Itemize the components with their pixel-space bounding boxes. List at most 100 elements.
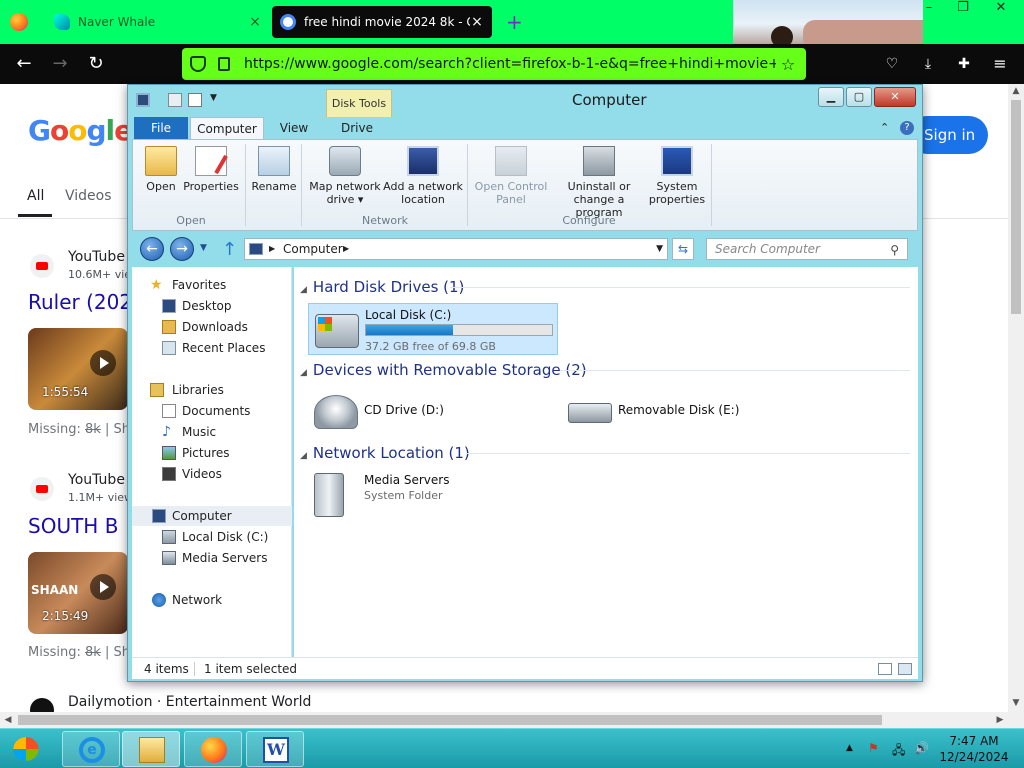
tab-all[interactable]: All bbox=[27, 188, 44, 204]
forward-button[interactable]: → bbox=[48, 52, 72, 76]
result-source[interactable]: YouTube bbox=[68, 249, 125, 265]
bookmark-star-icon[interactable]: ☆ bbox=[776, 55, 800, 74]
result-source[interactable]: Dailymotion · Entertainment World bbox=[68, 694, 311, 710]
tab-close-icon[interactable]: × bbox=[470, 14, 484, 30]
group-header-network[interactable]: ◢ Network Location (1) bbox=[300, 443, 910, 463]
collapse-icon[interactable]: ◢ bbox=[300, 451, 307, 461]
nav-desktop[interactable]: Desktop bbox=[132, 296, 292, 316]
network-tray-icon[interactable]: 🖧 bbox=[892, 741, 905, 762]
collapse-icon[interactable]: ◢ bbox=[300, 285, 307, 295]
tab-drive[interactable]: Drive bbox=[328, 117, 386, 139]
taskbar-internet-explorer[interactable]: e bbox=[62, 731, 120, 767]
back-arrow-icon[interactable]: ← bbox=[140, 237, 164, 261]
media-servers-item[interactable]: Media Servers System Folder bbox=[308, 469, 558, 521]
add-network-location-button[interactable]: Add a network location bbox=[383, 146, 463, 206]
forward-arrow-icon[interactable]: → bbox=[170, 237, 194, 261]
horizontal-scrollbar[interactable]: ◀ ▶ bbox=[0, 712, 1024, 728]
google-logo[interactable]: Google bbox=[28, 114, 133, 147]
collapse-icon[interactable]: ◢ bbox=[300, 368, 307, 378]
search-input[interactable]: Search Computer ⚲ bbox=[706, 238, 908, 260]
menu-icon[interactable]: ≡ bbox=[988, 52, 1012, 76]
nav-videos[interactable]: Videos bbox=[132, 464, 292, 484]
new-tab-button[interactable]: + bbox=[506, 10, 523, 34]
taskbar-firefox[interactable] bbox=[184, 731, 242, 767]
show-hidden-icons-button[interactable]: ▲ bbox=[846, 743, 853, 753]
scroll-up-icon[interactable]: ▲ bbox=[1008, 86, 1024, 96]
help-icon[interactable]: ? bbox=[900, 121, 914, 135]
action-center-flag-icon[interactable]: ⚑ bbox=[868, 741, 879, 755]
tab-google-search[interactable]: free hindi movie 2024 8k - Goog × bbox=[272, 6, 492, 38]
browser-close-button[interactable]: ✕ bbox=[984, 0, 1018, 20]
nav-network[interactable]: Network bbox=[132, 590, 292, 610]
pocket-icon[interactable]: ♡ bbox=[880, 52, 904, 76]
start-button[interactable] bbox=[13, 737, 39, 761]
nav-documents[interactable]: Documents bbox=[132, 401, 292, 421]
tab-videos[interactable]: Videos bbox=[65, 188, 112, 204]
lock-icon[interactable] bbox=[218, 57, 230, 71]
drive-local-disk-c[interactable]: Local Disk (C:) 37.2 GB free of 69.8 GB bbox=[308, 303, 558, 355]
scroll-left-icon[interactable]: ◀ bbox=[0, 712, 16, 728]
breadcrumb-computer[interactable]: Computer bbox=[283, 239, 343, 259]
drive-cd-d[interactable]: CD Drive (D:) bbox=[308, 385, 558, 437]
qat-properties-icon[interactable] bbox=[168, 93, 182, 107]
open-control-panel-button[interactable]: Open Control Panel bbox=[471, 146, 551, 206]
tab-file[interactable]: File bbox=[134, 117, 188, 139]
search-icon[interactable]: ⚲ bbox=[890, 240, 899, 260]
ribbon-collapse-icon[interactable]: ⌃ bbox=[880, 121, 889, 134]
tab-naver-whale[interactable]: Naver Whale × bbox=[46, 6, 270, 38]
nav-downloads[interactable]: Downloads bbox=[132, 317, 292, 337]
tab-computer[interactable]: Computer bbox=[190, 117, 264, 139]
result-title[interactable]: Ruler (202 bbox=[28, 290, 132, 314]
taskbar-file-explorer[interactable] bbox=[122, 731, 180, 767]
taskbar-word[interactable]: W bbox=[246, 731, 304, 767]
up-arrow-icon[interactable]: ↑ bbox=[222, 239, 237, 260]
result-title[interactable]: SOUTH B bbox=[28, 514, 118, 538]
volume-icon[interactable]: 🔊 bbox=[914, 741, 929, 755]
firefox-view-icon[interactable] bbox=[10, 13, 28, 31]
nav-libraries[interactable]: Libraries bbox=[132, 380, 292, 400]
details-view-icon[interactable] bbox=[878, 663, 892, 675]
close-button[interactable]: ✕ bbox=[874, 87, 916, 107]
uninstall-program-button[interactable]: Uninstall or change a program bbox=[551, 146, 647, 219]
nav-computer[interactable]: Computer bbox=[132, 506, 292, 526]
extensions-icon[interactable]: ✚ bbox=[952, 52, 976, 76]
computer-icon[interactable] bbox=[136, 93, 150, 107]
tracking-shield-icon[interactable] bbox=[190, 56, 206, 72]
back-button[interactable]: ← bbox=[12, 52, 36, 76]
explorer-titlebar[interactable]: ▼ Disk Tools Computer ▁ ▢ ✕ bbox=[128, 85, 922, 117]
download-icon[interactable]: ⤓ bbox=[916, 52, 940, 76]
url-bar[interactable]: https://www.google.com/search?client=fir… bbox=[182, 48, 806, 80]
tab-view[interactable]: View bbox=[272, 117, 316, 139]
scroll-down-icon[interactable]: ▼ bbox=[1008, 698, 1024, 708]
group-header-removable[interactable]: ◢ Devices with Removable Storage (2) bbox=[300, 360, 910, 380]
video-thumbnail[interactable]: SHAAN 2:15:49 bbox=[28, 552, 128, 634]
nav-media-servers[interactable]: Media Servers bbox=[132, 548, 292, 568]
map-network-drive-button[interactable]: Map network drive ▾ bbox=[307, 146, 383, 206]
maximize-button[interactable]: ▢ bbox=[846, 87, 872, 107]
nav-local-disk[interactable]: Local Disk (C:) bbox=[132, 527, 292, 547]
minimize-button[interactable]: ▁ bbox=[818, 87, 844, 107]
breadcrumb-separator-icon[interactable]: ▶ bbox=[269, 239, 275, 259]
nav-recent-places[interactable]: Recent Places bbox=[132, 338, 292, 358]
nav-music[interactable]: ♪ Music bbox=[132, 422, 292, 442]
qat-new-folder-icon[interactable] bbox=[188, 93, 202, 107]
address-dropdown-icon[interactable]: ▼ bbox=[656, 239, 663, 259]
scroll-thumb[interactable] bbox=[1011, 100, 1021, 314]
address-bar[interactable]: ▶ Computer ▶ ▼ bbox=[244, 238, 668, 260]
browser-minimize-button[interactable]: – bbox=[912, 0, 946, 20]
result-source[interactable]: YouTube bbox=[68, 472, 125, 488]
tab-close-icon[interactable]: × bbox=[248, 14, 262, 30]
breadcrumb-separator-icon[interactable]: ▶ bbox=[343, 239, 349, 259]
reload-button[interactable]: ↻ bbox=[84, 52, 108, 76]
refresh-icon[interactable]: ⇆ bbox=[672, 238, 694, 260]
video-thumbnail[interactable]: 1:55:54 bbox=[28, 328, 128, 410]
properties-button[interactable]: Properties bbox=[183, 146, 239, 193]
nav-favorites[interactable]: ★ Favorites bbox=[132, 275, 292, 295]
qat-dropdown-icon[interactable]: ▼ bbox=[210, 93, 217, 103]
group-header-hard-disks[interactable]: ◢ Hard Disk Drives (1) bbox=[300, 277, 910, 297]
browser-maximize-button[interactable]: ❐ bbox=[946, 0, 980, 20]
url-text[interactable]: https://www.google.com/search?client=fir… bbox=[244, 56, 776, 72]
scroll-right-icon[interactable]: ▶ bbox=[992, 712, 1008, 728]
vertical-scrollbar[interactable]: ▲ ▼ bbox=[1008, 84, 1024, 712]
recent-locations-dropdown-icon[interactable]: ▼ bbox=[200, 243, 207, 253]
